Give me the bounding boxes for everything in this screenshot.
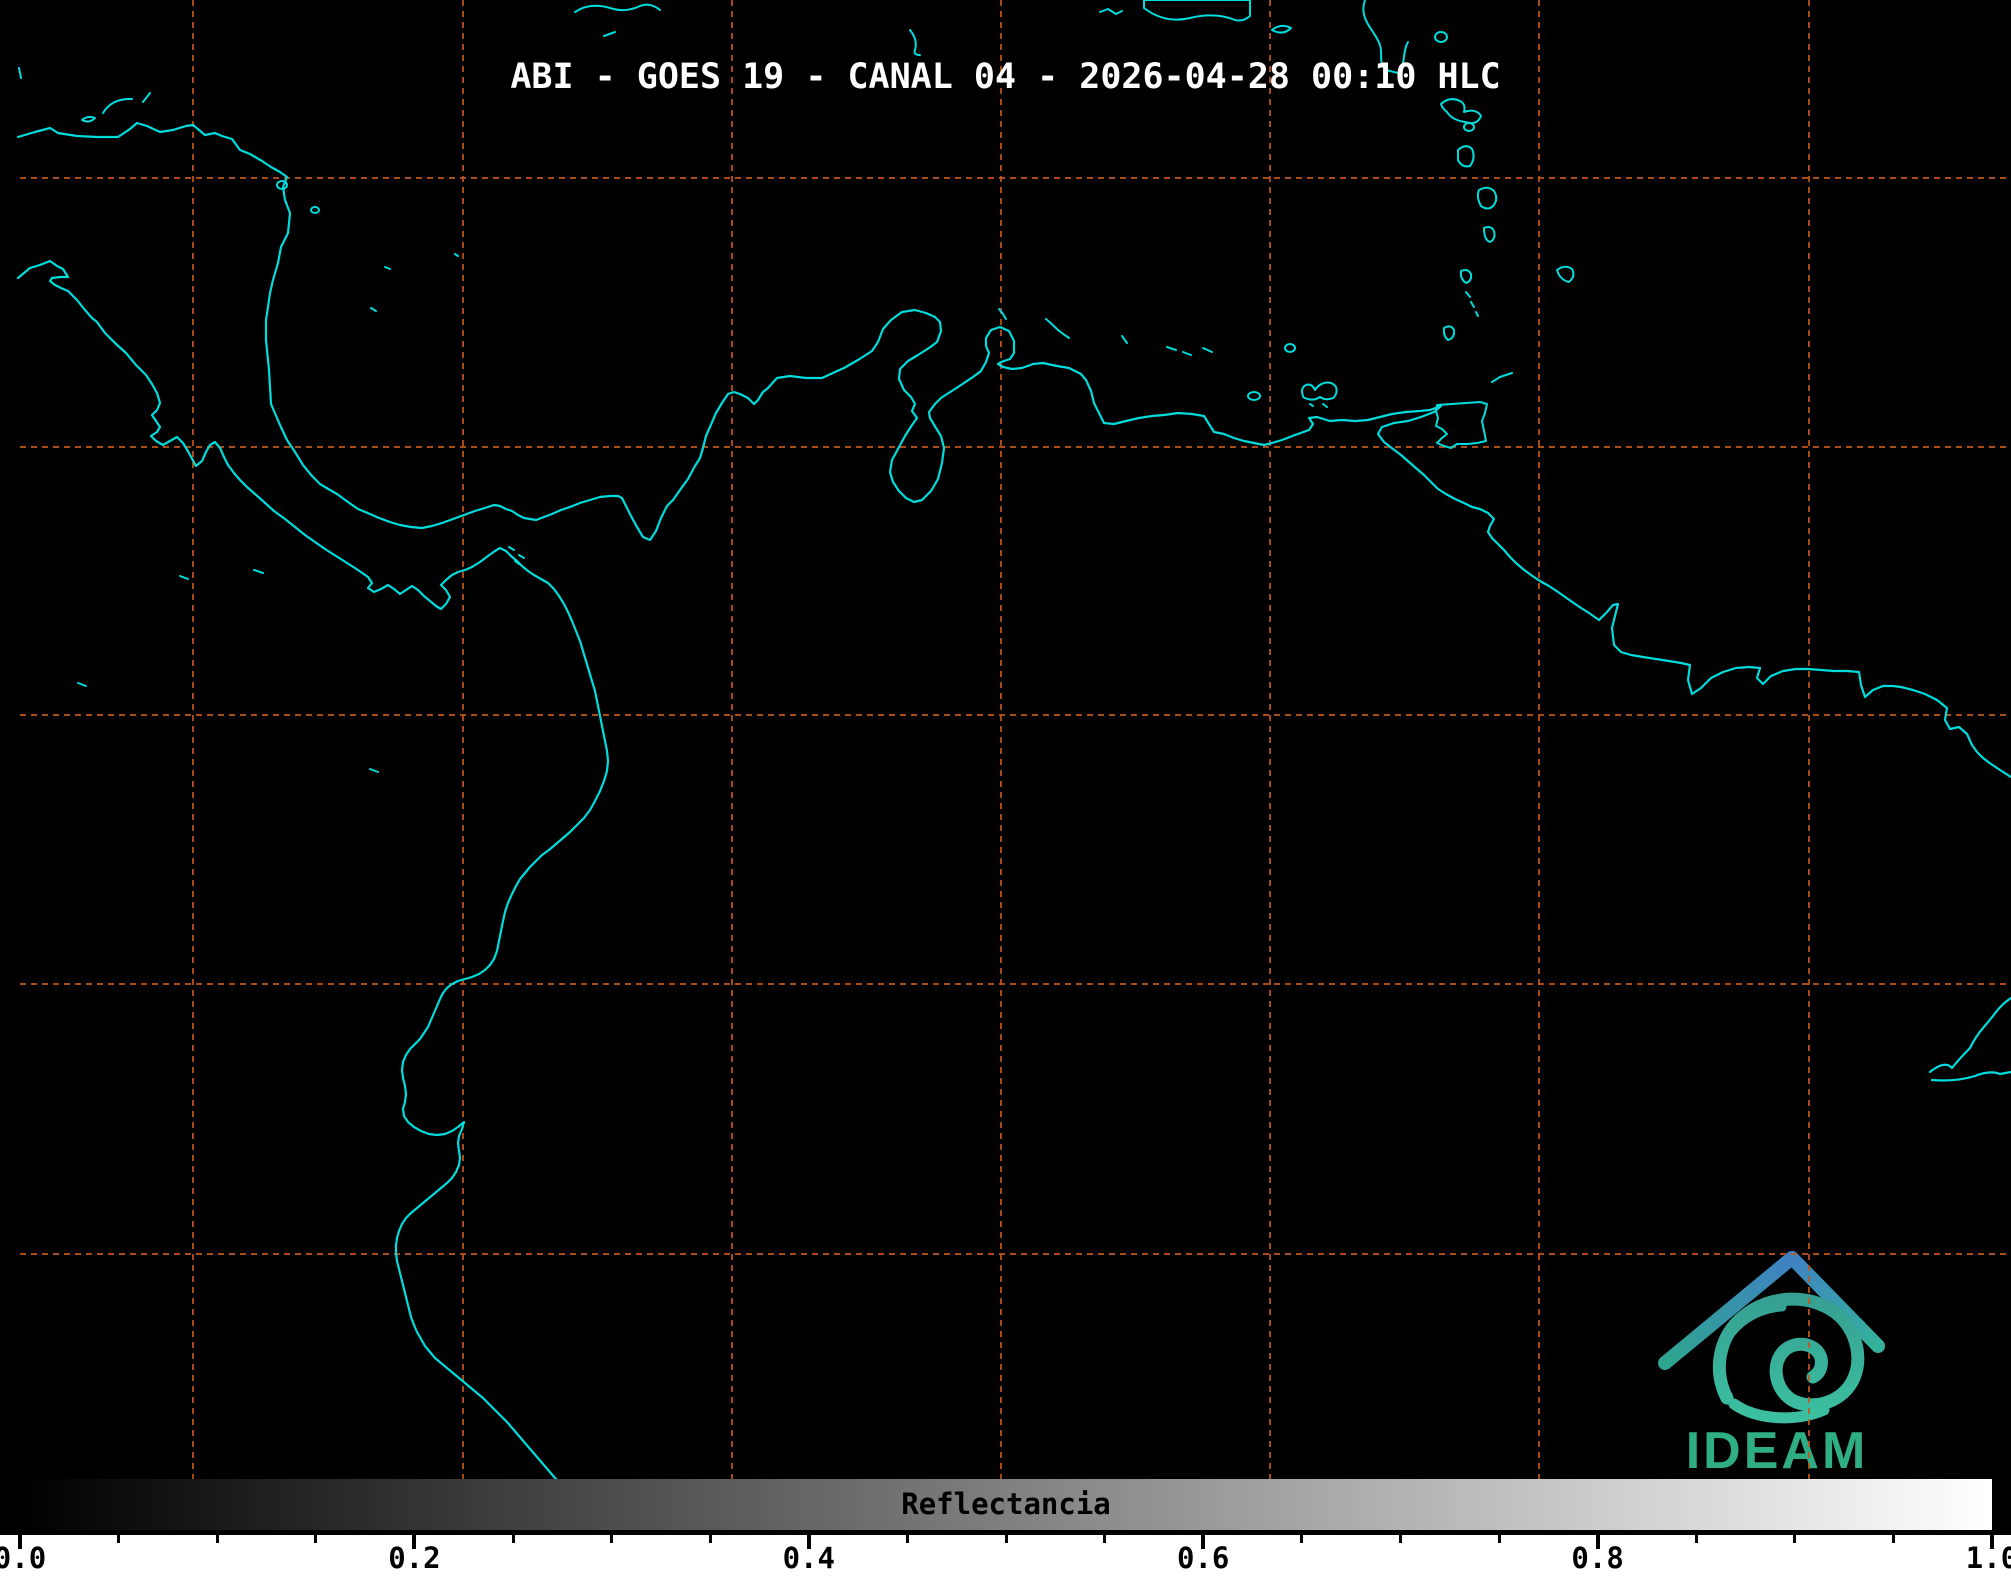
island-path [1483, 226, 1496, 243]
colorbar-tick-minor [1694, 1535, 1698, 1543]
island-path [369, 768, 379, 773]
island-path [1247, 391, 1261, 401]
colorbar-gradient: Reflectancia [20, 1479, 1992, 1530]
island-path [1301, 381, 1338, 401]
colorbar-tick-label: 0.8 [1571, 1541, 1624, 1575]
colorbar-tick-minor [708, 1535, 712, 1543]
island-path [1435, 401, 1488, 449]
island-path [1475, 311, 1479, 317]
island-path [310, 206, 320, 214]
island-path [1309, 403, 1314, 407]
colorbar-tick-label: 0.2 [388, 1541, 441, 1575]
colorbar-tick-minor [1891, 1535, 1895, 1543]
island-path [1045, 318, 1070, 339]
island-path [1143, 0, 1251, 22]
colorbar-tick-minor [1004, 1535, 1008, 1543]
satellite-image-viewport: IDEAM ABI - GOES 19 - CANAL 04 - 2026-04… [0, 0, 2011, 1577]
colorbar-tick-label: 0.4 [782, 1541, 835, 1575]
island-path [1271, 24, 1292, 34]
island-path [1166, 346, 1177, 351]
colorbar-tick-minor [610, 1535, 614, 1543]
island-path [1556, 265, 1575, 283]
island-path [1476, 186, 1498, 210]
coastline-path [1930, 1070, 2011, 1082]
island-path [384, 266, 391, 270]
colorbar-tick-minor [314, 1535, 318, 1543]
island-path [1491, 372, 1513, 383]
island-path [574, 3, 661, 13]
island-path [1463, 122, 1475, 132]
colorbar-tick-minor [1497, 1535, 1501, 1543]
island-path [81, 115, 96, 123]
island-path [1470, 301, 1475, 308]
colorbar-tick-minor [215, 1535, 219, 1543]
colorbar-tick-minor [1793, 1535, 1797, 1543]
island-path [1465, 291, 1471, 298]
colorbar-tick-label: 0.6 [1176, 1541, 1230, 1575]
island-path [998, 308, 1007, 320]
island-path [77, 682, 87, 687]
colorbar-tick-minor [1398, 1535, 1402, 1543]
island-path [603, 31, 616, 37]
island-path [1442, 325, 1456, 341]
island-path [102, 97, 133, 114]
island-path [179, 575, 189, 580]
island-path [1457, 145, 1475, 168]
island-path [909, 29, 921, 56]
island-path [1099, 8, 1123, 15]
island-path [1202, 347, 1213, 353]
island-path [370, 307, 377, 312]
colorbar-tick-minor [511, 1535, 515, 1543]
island-path [508, 546, 515, 551]
island-path [276, 180, 288, 190]
island-path [1121, 335, 1128, 344]
island-path [1322, 403, 1328, 408]
colorbar-tick-minor [1300, 1535, 1304, 1543]
colorbar-tick-minor [905, 1535, 909, 1543]
colorbar-tick-label: 0.0 [0, 1541, 47, 1575]
coastline-path [16, 259, 610, 1482]
colorbar-tick-label: 1.0 [1965, 1541, 2011, 1575]
coastline-path [16, 121, 2011, 779]
island-path [1434, 31, 1448, 43]
island-path [1182, 351, 1192, 356]
image-title: ABI - GOES 19 - CANAL 04 - 2026-04-28 00… [510, 57, 1501, 97]
colorbar-label: Reflectancia [901, 1487, 1111, 1521]
coastline-path [1928, 996, 2011, 1074]
satellite-map [16, 0, 2011, 1482]
colorbar-tick-minor [117, 1535, 121, 1543]
colorbar-tick-minor [1103, 1535, 1107, 1543]
island-path [1459, 269, 1473, 284]
island-path [518, 554, 525, 559]
island-path [1440, 98, 1482, 125]
island-path [253, 569, 264, 574]
island-path [454, 253, 459, 257]
island-path [1284, 343, 1296, 353]
